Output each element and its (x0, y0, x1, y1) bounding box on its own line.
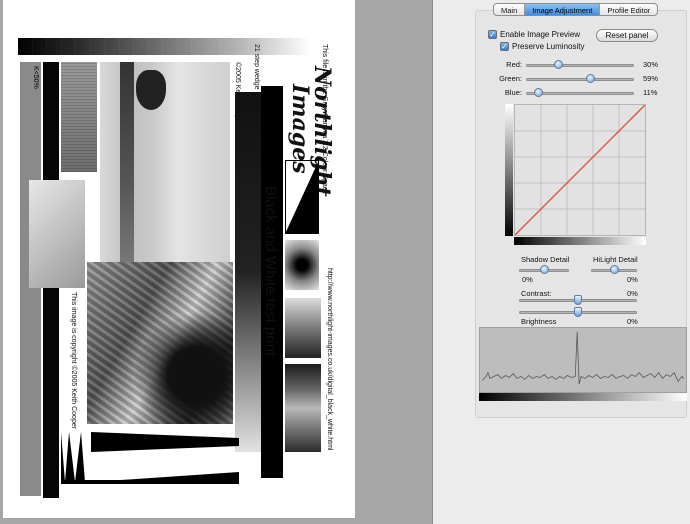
print-preview-sheet: 21 step wedge K<50% ©2005 Keith Cooper B… (3, 0, 355, 518)
histogram-gradient (479, 393, 687, 401)
green-value: 59% (643, 74, 659, 83)
histogram (479, 327, 687, 393)
small-photo-1 (285, 298, 321, 358)
curve-horizontal-gradient (514, 237, 646, 245)
brightness-knob[interactable] (574, 307, 582, 317)
tone-curve-line[interactable] (515, 105, 645, 235)
shadow-detail-value: 0% (522, 275, 533, 284)
enable-preview-checkbox[interactable]: ✓ Enable Image Preview (488, 30, 580, 39)
shoreline (120, 62, 134, 262)
contrast-label: Contrast: (521, 289, 552, 298)
histogram-line (481, 331, 685, 385)
ruins-photo (87, 262, 233, 424)
hilight-detail-value: 0% (627, 275, 638, 284)
shadow-detail-knob[interactable] (540, 265, 549, 274)
green-label: Green: (499, 74, 522, 83)
copyright-long: This image is copyright ©2005 Keith Coop… (70, 292, 77, 430)
step-wedge-top (18, 38, 310, 55)
green-slider-knob[interactable] (585, 74, 595, 83)
tab-profile-editor[interactable]: Profile Editor (600, 4, 657, 15)
tab-image-adjustment[interactable]: Image Adjustment (525, 4, 601, 15)
contrast-knob[interactable] (574, 295, 582, 305)
blue-label: Blue: (504, 88, 522, 97)
gradient-bar (61, 62, 97, 172)
red-label: Red: (506, 60, 522, 69)
brightness-label: Brightness (521, 317, 557, 326)
gamma-text: This file is in the Grey Gamma 2.2 Colou… (321, 44, 328, 195)
shadow-detail-label: Shadow Detail (521, 255, 570, 264)
print-title: Black and White test print (262, 186, 279, 357)
radial-gradient-patch (285, 240, 319, 290)
brightness-value: 0% (627, 317, 638, 326)
checkmark-icon[interactable]: ✓ (500, 42, 509, 51)
blue-value: 11% (643, 88, 658, 97)
hilight-detail-label: HiLight Detail (593, 255, 638, 264)
curve-vertical-gradient (505, 104, 513, 236)
grey-sample-patch (29, 180, 85, 288)
red-slider-track[interactable] (526, 64, 634, 67)
hilight-detail-knob[interactable] (610, 265, 619, 274)
trees (136, 70, 166, 110)
red-value: 30% (643, 60, 659, 69)
bottom-black-bar (61, 480, 239, 484)
wedge-label: 21 step wedge (253, 44, 260, 90)
preserve-luminosity-label: Preserve Luminosity (512, 42, 585, 51)
k-label: K<50% (32, 66, 39, 89)
reset-panel-button[interactable]: Reset panel (596, 29, 658, 42)
gradient-column (235, 92, 261, 452)
lake-photo (100, 62, 230, 262)
tab-bar: Main Image Adjustment Profile Editor (493, 3, 659, 16)
preview-canvas: 21 step wedge K<50% ©2005 Keith Cooper B… (0, 0, 432, 524)
enable-preview-label: Enable Image Preview (500, 30, 581, 39)
blue-slider-knob[interactable] (533, 88, 543, 97)
tone-curve-graph[interactable] (514, 104, 646, 236)
contrast-value: 0% (627, 289, 638, 298)
tab-main[interactable]: Main (494, 4, 526, 15)
sharpness-spikes (61, 432, 239, 482)
checkmark-icon[interactable]: ✓ (488, 30, 497, 39)
url-text: http://www.northlight-images.co.uk/digit… (326, 268, 333, 451)
small-photo-2 (285, 364, 321, 452)
preserve-luminosity-checkbox[interactable]: ✓ Preserve Luminosity (500, 42, 584, 51)
green-slider-track[interactable] (526, 78, 634, 81)
